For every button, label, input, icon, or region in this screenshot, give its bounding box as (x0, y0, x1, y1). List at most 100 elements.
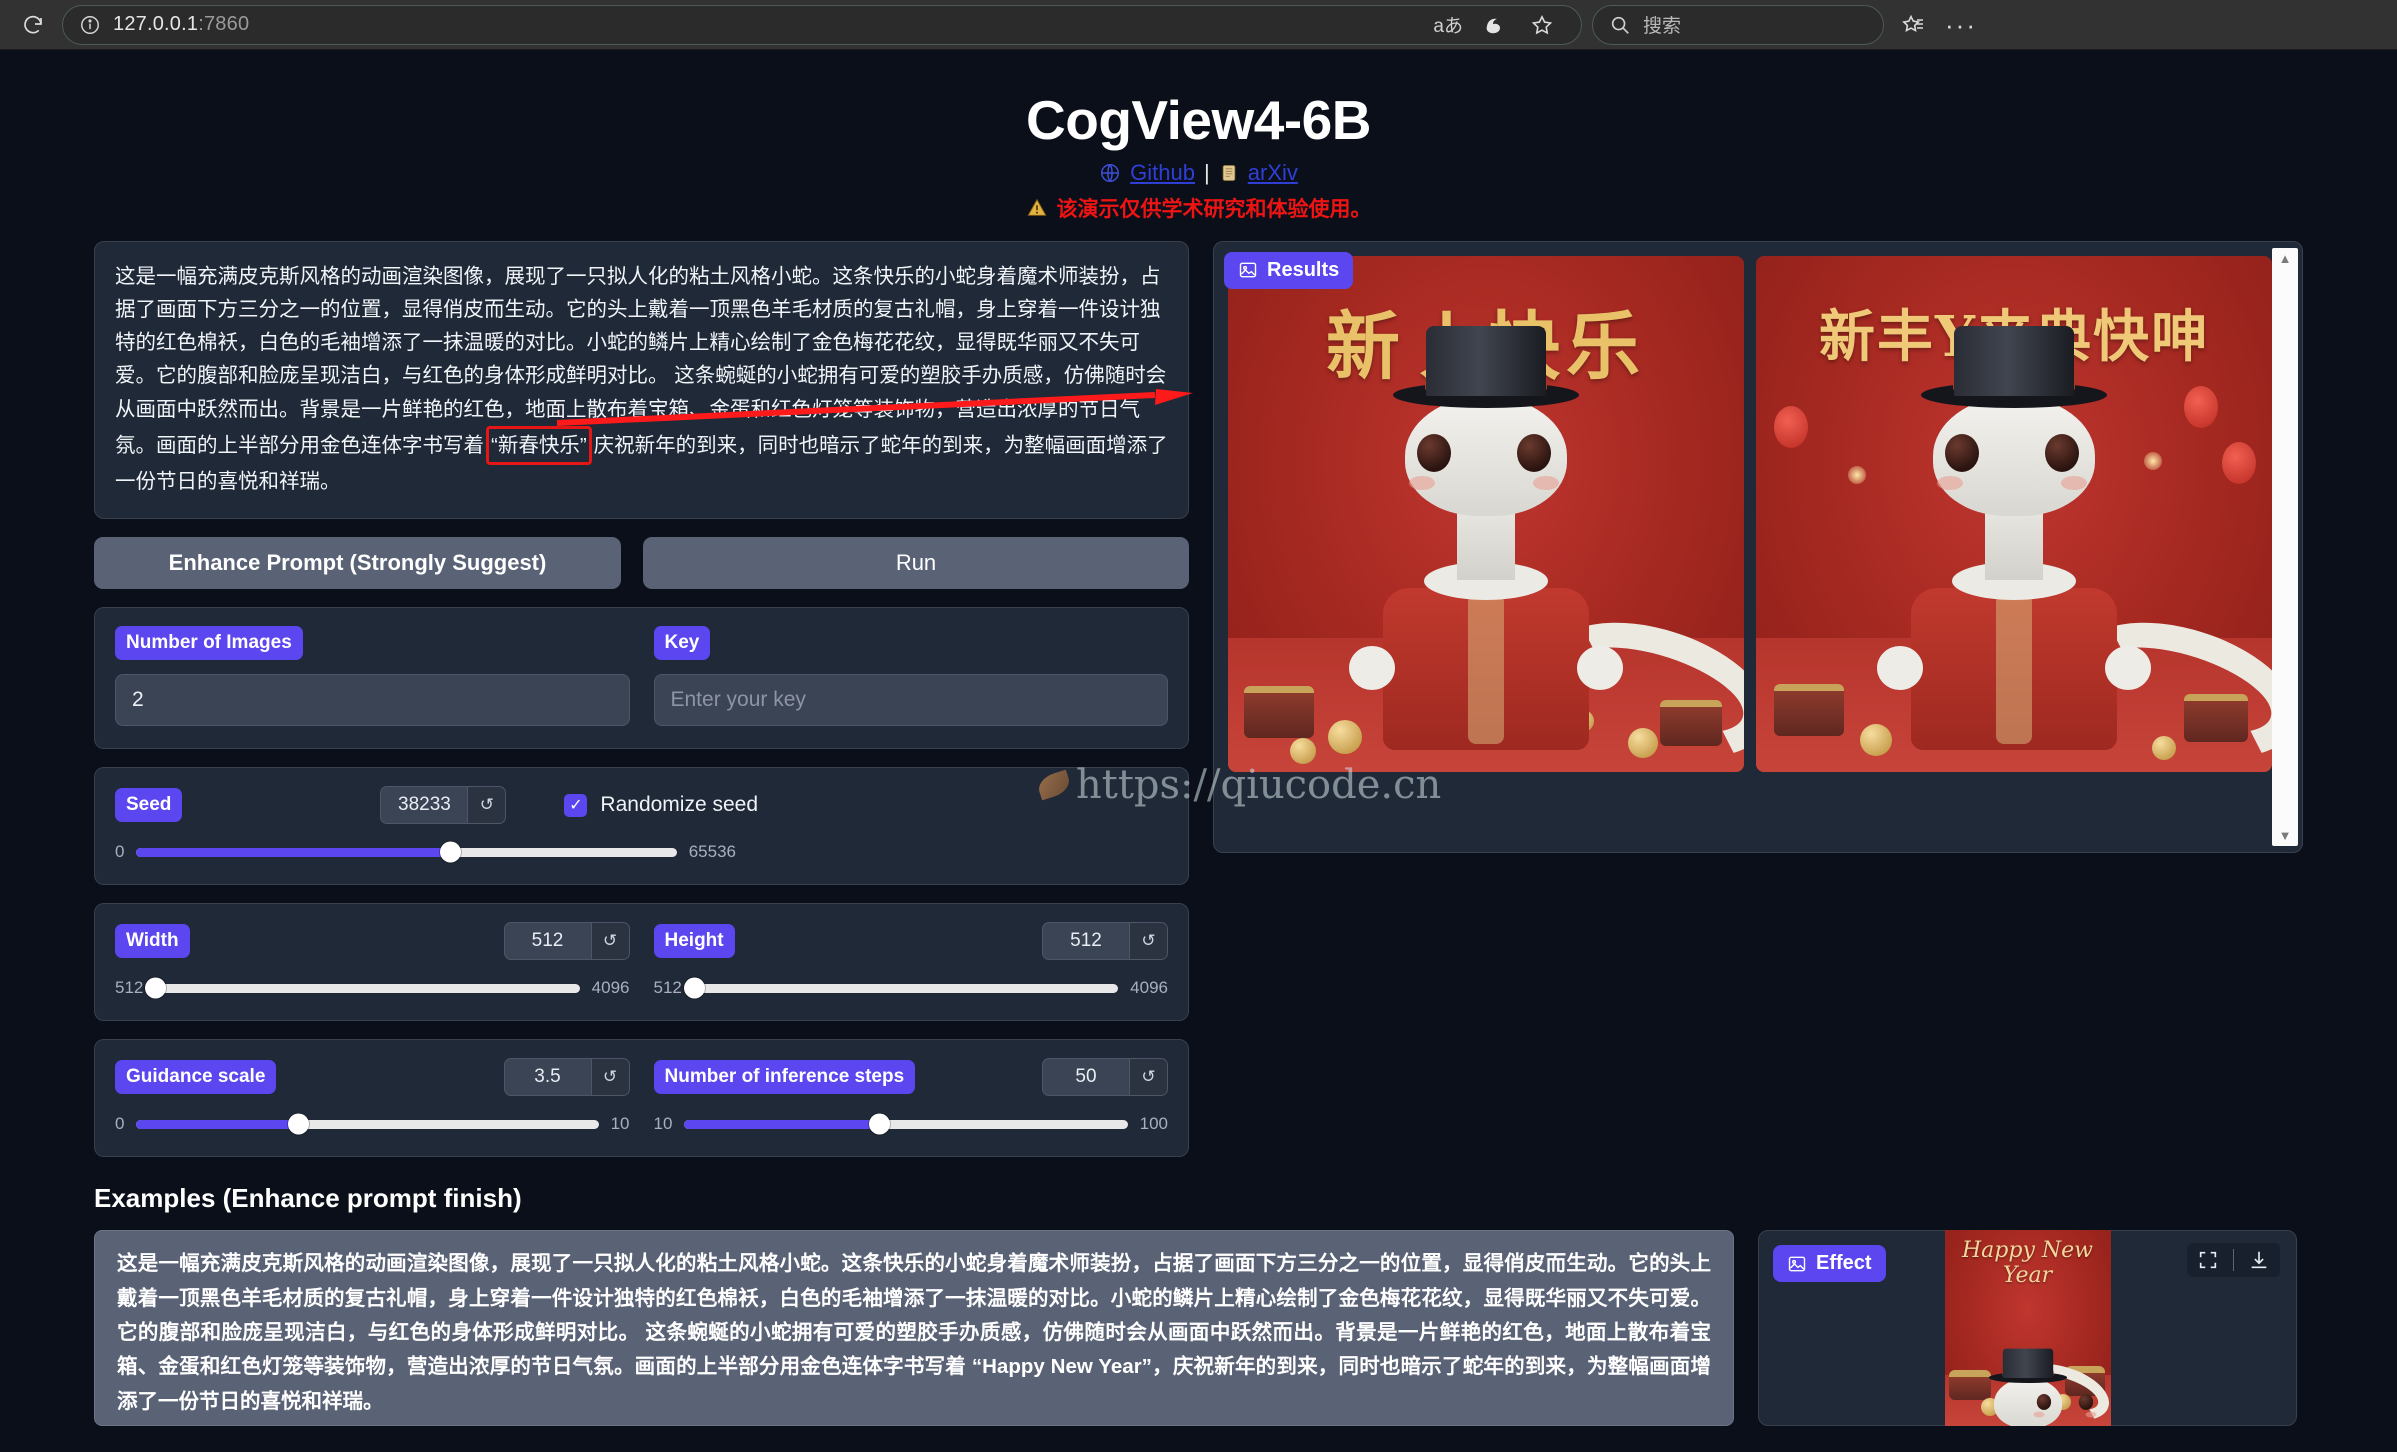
guidance-scale-value[interactable]: 3.5 (505, 1059, 591, 1095)
randomize-seed-checkbox[interactable]: ✓ Randomize seed (564, 793, 758, 817)
seed-slider[interactable] (136, 841, 677, 863)
image-icon (1238, 260, 1258, 280)
checkbox-check-icon: ✓ (564, 793, 588, 817)
run-button[interactable]: Run (643, 537, 1189, 590)
address-bar[interactable]: 127.0.0.1:7860 aあ (62, 4, 1582, 45)
inference-steps-numberbox[interactable]: 50 ↺ (1042, 1058, 1168, 1097)
search-icon (1609, 14, 1631, 36)
download-icon[interactable] (2248, 1249, 2270, 1271)
effect-thumbnail[interactable]: Happy New Year (1944, 1230, 2111, 1427)
search-box[interactable]: 搜索 (1592, 4, 1884, 45)
effect-toolbar (2187, 1243, 2280, 1278)
reload-icon[interactable] (14, 6, 52, 44)
result-image-1[interactable]: 新丿快乐 (1228, 255, 1744, 772)
links-separator: | (1203, 159, 1210, 185)
info-icon[interactable] (79, 14, 101, 36)
guidance-scale-field: Guidance scale 3.5 ↺ 0 10 (115, 1058, 630, 1135)
results-scrollbar[interactable]: ▲ ▼ (2272, 247, 2298, 846)
key-input[interactable]: Enter your key (653, 674, 1168, 727)
page-header: CogView4-6B Github | arXiv 该演示仅供学术研究和体验使… (0, 50, 2397, 223)
guidance-steps-group: Guidance scale 3.5 ↺ 0 10 Number of infe… (94, 1039, 1189, 1158)
scroll-up-icon[interactable]: ▲ (2279, 252, 2292, 265)
key-field: Key Enter your key (653, 626, 1168, 727)
seed-max: 65536 (688, 842, 736, 862)
inference-steps-min: 10 (653, 1114, 673, 1134)
result-image-2[interactable]: 新丰Y夹典快呻 (1756, 255, 2272, 772)
width-value[interactable]: 512 (505, 923, 591, 959)
height-numberbox[interactable]: 512 ↺ (1042, 922, 1168, 961)
width-slider-row: 512 4096 (115, 977, 630, 999)
number-of-images-field: Number of Images 2 (115, 626, 630, 727)
image-icon (1787, 1254, 1807, 1274)
seed-reset-icon[interactable]: ↺ (467, 787, 506, 824)
height-reset-icon[interactable]: ↺ (1129, 923, 1167, 960)
results-panel: Results 新丿快乐 (1213, 240, 2303, 853)
seed-slider-row: 0 65536 (115, 841, 1168, 863)
example-row-item[interactable]: 这是一幅充满皮克斯风格的动画渲染图像，展现了一只拟人化的粘土风格小蛇。这条快乐的… (94, 1230, 1734, 1427)
height-slider[interactable] (683, 977, 1119, 999)
page-title: CogView4-6B (1026, 89, 1371, 151)
height-min: 512 (653, 978, 682, 998)
width-min: 512 (115, 978, 144, 998)
images-and-key-group: Number of Images 2 Key Enter your key (94, 607, 1189, 750)
results-column: Results 新丿快乐 (1213, 240, 2303, 853)
search-input-placeholder: 搜索 (1643, 16, 1682, 37)
number-of-images-input[interactable]: 2 (115, 674, 630, 727)
inference-steps-max: 100 (1139, 1114, 1168, 1134)
snake-figure-1 (1321, 326, 1744, 772)
guidance-scale-reset-icon[interactable]: ↺ (590, 1059, 629, 1096)
prompt-highlight: “新春快乐” (486, 425, 592, 465)
fullscreen-icon[interactable] (2197, 1249, 2219, 1271)
inference-steps-reset-icon[interactable]: ↺ (1129, 1059, 1167, 1096)
scroll-down-icon[interactable]: ▼ (2279, 829, 2292, 842)
github-link[interactable]: Github (1130, 160, 1195, 186)
height-max: 4096 (1130, 978, 1168, 998)
randomize-seed-label: Randomize seed (600, 793, 759, 817)
more-options-icon[interactable]: ··· (1942, 6, 1980, 44)
snake-figure-2 (1849, 326, 2272, 772)
results-badge-label: Results (1267, 258, 1340, 281)
guidance-scale-min: 0 (115, 1114, 125, 1134)
copilot-icon[interactable] (1477, 8, 1511, 42)
controls-column: 这是一幅充满皮克斯风格的动画渲染图像，展现了一只拟人化的粘土风格小蛇。这条快乐的… (94, 240, 1193, 1158)
demo-notice: 该演示仅供学术研究和体验使用。 (0, 193, 2397, 223)
translate-icon[interactable]: aあ (1433, 11, 1463, 38)
examples-row: 这是一幅充满皮克斯风格的动画渲染图像，展现了一只拟人化的粘土风格小蛇。这条快乐的… (94, 1230, 2303, 1427)
demo-notice-text: 该演示仅供学术研究和体验使用。 (1056, 197, 1372, 221)
inference-steps-value[interactable]: 50 (1043, 1059, 1129, 1095)
snake-artwork-2: 新丰Y夹典快呻 (1756, 255, 2272, 772)
key-label: Key (653, 626, 711, 661)
inference-steps-slider[interactable] (684, 1113, 1128, 1135)
collections-icon[interactable] (1894, 6, 1932, 44)
width-slider[interactable] (145, 977, 580, 999)
star-icon[interactable] (1525, 8, 1559, 42)
guidance-scale-slider[interactable] (136, 1113, 599, 1135)
seed-min: 0 (115, 842, 125, 862)
results-gallery: 新丿快乐 (1228, 255, 2272, 772)
arxiv-link[interactable]: arXiv (1248, 160, 1298, 186)
guidance-scale-label: Guidance scale (115, 1060, 277, 1095)
results-badge: Results (1224, 251, 1354, 289)
enhance-prompt-button[interactable]: Enhance Prompt (Strongly Suggest) (94, 537, 621, 590)
number-of-images-label: Number of Images (115, 626, 303, 661)
height-field: Height 512 ↺ 512 4096 (653, 922, 1168, 999)
height-value[interactable]: 512 (1043, 923, 1129, 959)
prompt-text-part1: 这是一幅充满皮克斯风格的动画渲染图像，展现了一只拟人化的粘土风格小蛇。这条快乐的… (115, 264, 1167, 457)
prompt-textarea[interactable]: 这是一幅充满皮克斯风格的动画渲染图像，展现了一只拟人化的粘土风格小蛇。这条快乐的… (94, 240, 1193, 520)
header-links: Github | arXiv (0, 160, 2397, 186)
seed-value[interactable]: 38233 (381, 787, 467, 823)
effect-badge-label: Effect (1816, 1252, 1872, 1275)
snake-artwork-1: 新丿快乐 (1228, 255, 1744, 772)
app-page: CogView4-6B Github | arXiv 该演示仅供学术研究和体验使… (0, 50, 2397, 1452)
width-reset-icon[interactable]: ↺ (590, 923, 629, 960)
width-max: 4096 (591, 978, 630, 998)
guidance-scale-numberbox[interactable]: 3.5 ↺ (503, 1058, 630, 1097)
seed-label: Seed (115, 788, 183, 823)
address-bar-url: 127.0.0.1:7860 (113, 13, 250, 35)
height-slider-row: 512 4096 (653, 977, 1168, 999)
inference-steps-label: Number of inference steps (653, 1060, 916, 1095)
width-numberbox[interactable]: 512 ↺ (503, 922, 630, 961)
globe-icon (1099, 162, 1121, 184)
seed-numberbox[interactable]: 38233 ↺ (380, 786, 507, 825)
width-label: Width (115, 924, 190, 959)
